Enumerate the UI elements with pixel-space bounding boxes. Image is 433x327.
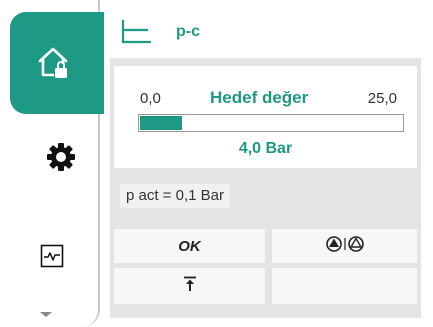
ok-button[interactable]: OK <box>114 229 265 263</box>
constant-pressure-curve-icon <box>120 18 154 49</box>
pump-mode-button[interactable] <box>272 229 417 263</box>
header: p-c <box>110 0 433 60</box>
control-mode-label: p-c <box>176 23 200 40</box>
upload-icon <box>183 276 197 297</box>
setpoint-max: 25,0 <box>367 90 397 107</box>
pump-display: p-c 0,0 Hedef değer 25,0 4,0 Bar p act =… <box>0 0 433 327</box>
empty-button[interactable] <box>272 268 417 304</box>
chevron-down-icon[interactable] <box>38 306 54 324</box>
setpoint-bar <box>138 114 404 132</box>
chart-icon[interactable] <box>40 244 64 273</box>
ok-button-label: OK <box>178 237 201 255</box>
gear-icon[interactable] <box>46 142 76 177</box>
actual-pressure-row: p act = 0,1 Bar <box>114 178 417 214</box>
setpoint-value: 4,0 Bar <box>238 140 293 157</box>
main-panel: 0,0 Hedef değer 25,0 4,0 Bar p act = 0,1… <box>110 58 421 318</box>
home-lock-icon <box>36 44 70 85</box>
setpoint-min: 0,0 <box>140 90 161 107</box>
upload-button[interactable] <box>114 268 265 304</box>
sidebar <box>0 0 104 327</box>
setpoint-card[interactable]: 0,0 Hedef değer 25,0 4,0 Bar <box>114 66 417 168</box>
setpoint-title: Hedef değer <box>210 88 309 107</box>
pump-single-twin-icon <box>325 235 365 258</box>
actual-pressure-readout: p act = 0,1 Bar <box>120 184 230 208</box>
actual-pressure-unit: Bar <box>200 187 224 204</box>
actual-pressure-label: p act = 0,1 <box>126 187 197 204</box>
setpoint-bar-fill <box>140 116 182 130</box>
